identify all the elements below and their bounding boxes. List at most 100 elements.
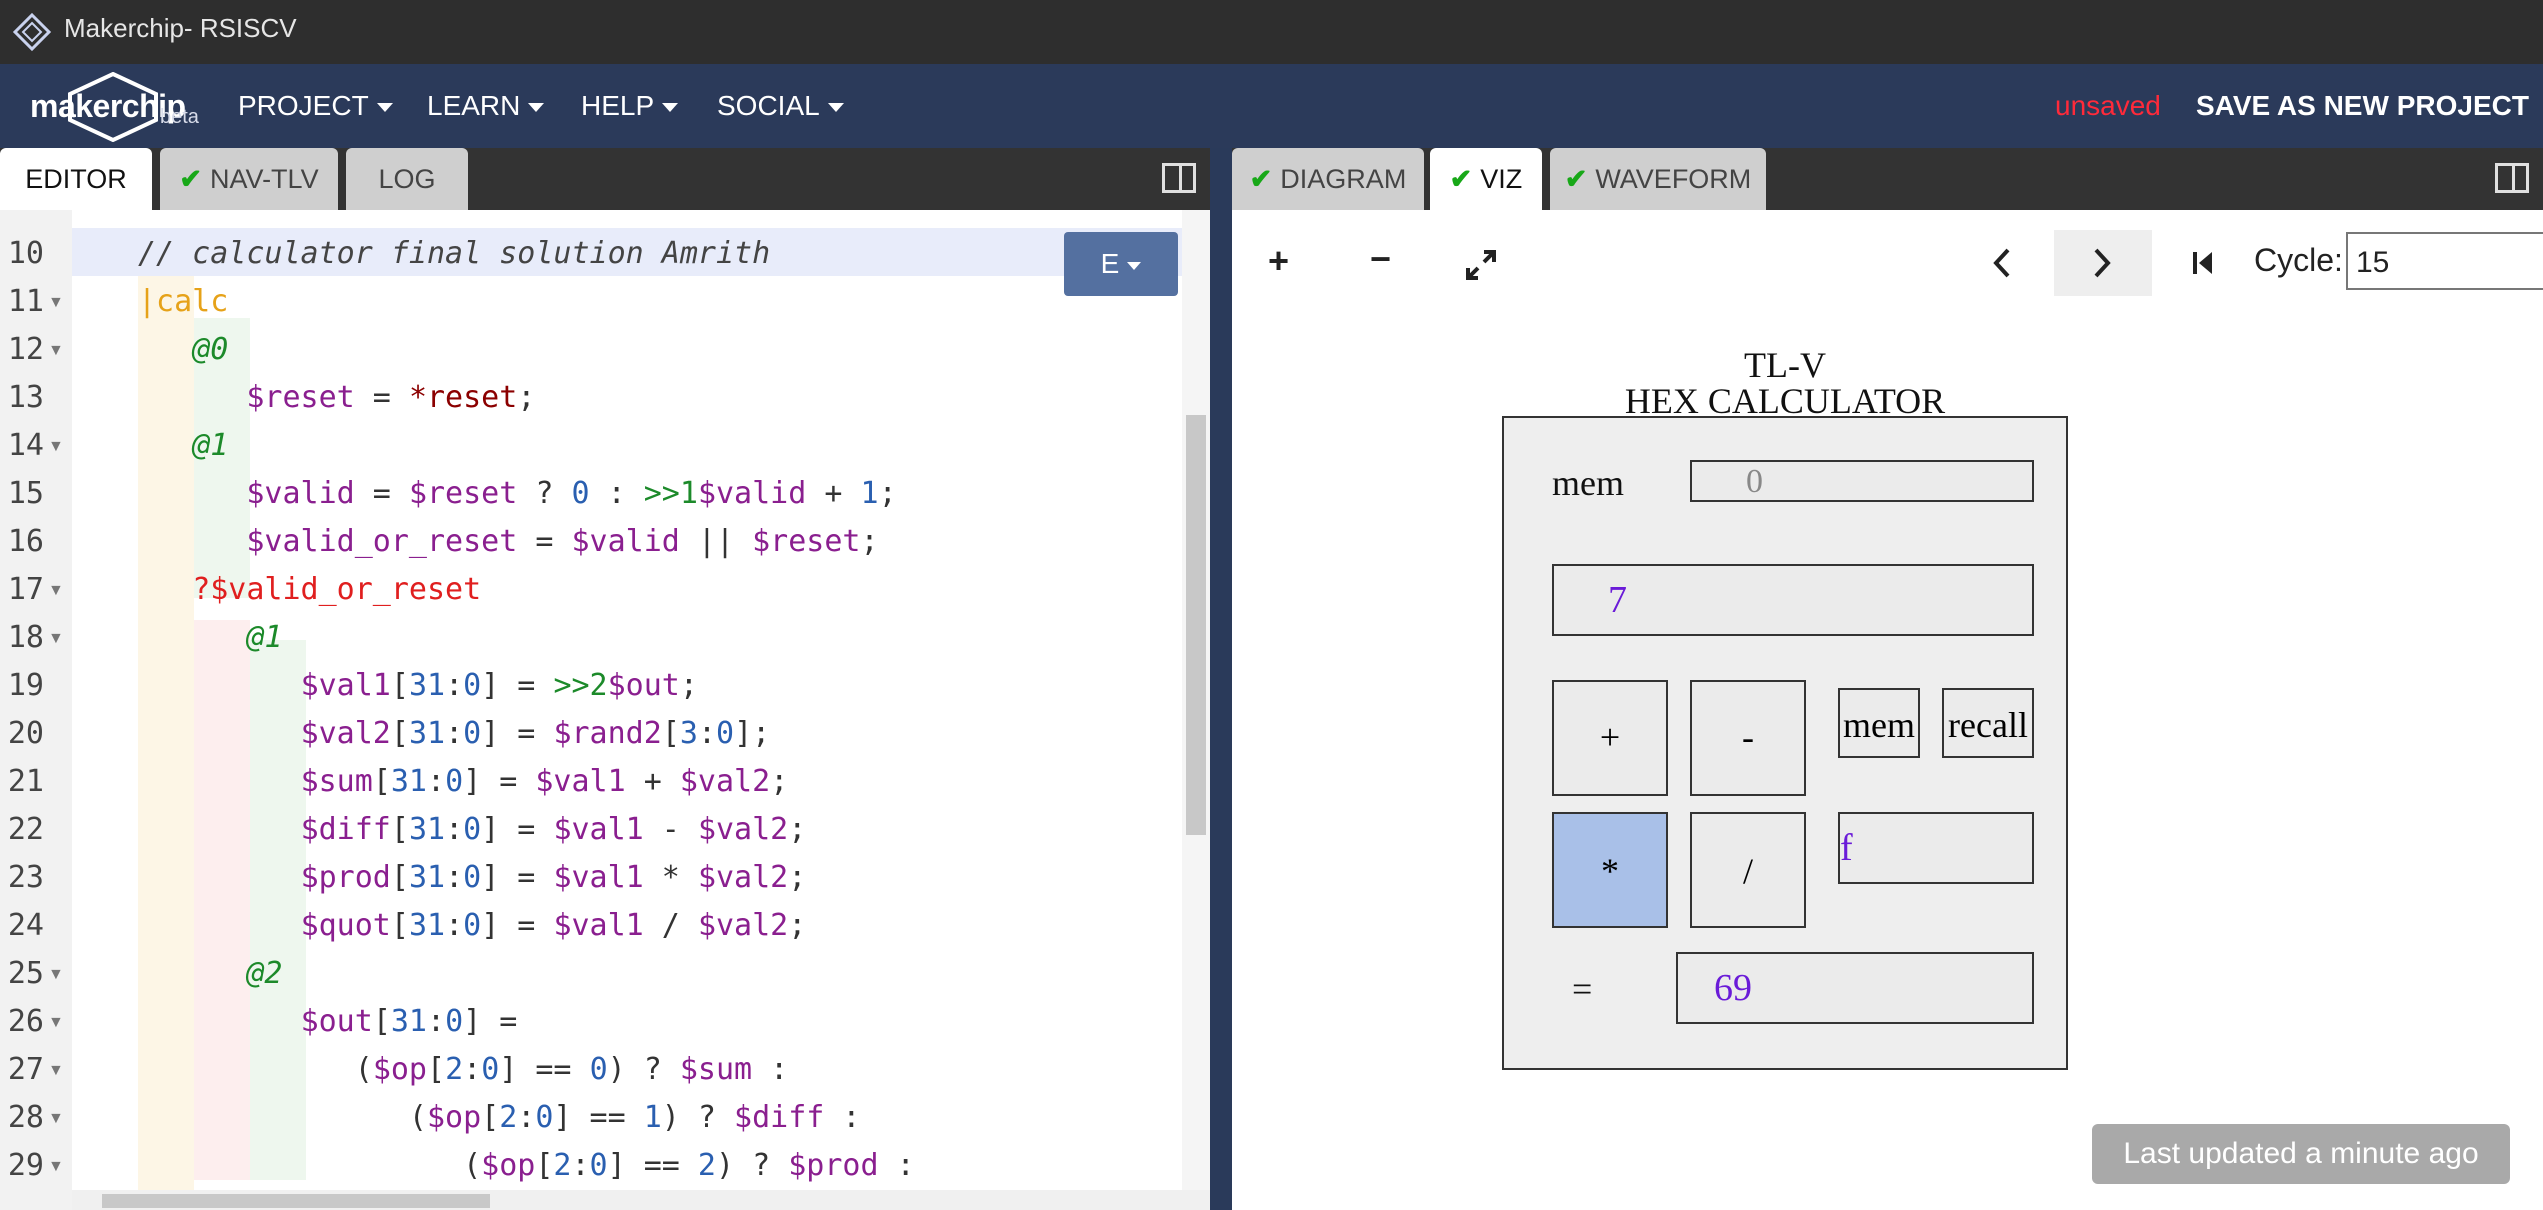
- code-line[interactable]: $sum[31:0] = $val1 + $val2;: [138, 764, 789, 799]
- check-icon: ✔: [1449, 164, 1473, 194]
- code-line[interactable]: $reset = *reset;: [138, 380, 535, 415]
- operator-display: f: [1838, 812, 2034, 884]
- window-title: Makerchip- RSISCV: [64, 13, 297, 43]
- beta-label: beta: [160, 106, 199, 128]
- first-cycle-icon[interactable]: [2190, 248, 2216, 278]
- line-number: 27: [7, 1052, 44, 1087]
- divide-button[interactable]: /: [1690, 812, 1806, 928]
- multiply-button[interactable]: *: [1552, 812, 1668, 928]
- menu-help[interactable]: HELP: [581, 64, 679, 148]
- line-number: 25: [7, 956, 44, 991]
- fold-toggle-icon[interactable]: ▼: [48, 1158, 64, 1176]
- menu-project[interactable]: PROJECT: [238, 64, 393, 148]
- fold-toggle-icon[interactable]: ▼: [48, 582, 64, 600]
- viz-tab-strip: ✔ DIAGRAM ✔ VIZ ✔ WAVEFORM: [1232, 148, 2543, 210]
- line-number: 20: [7, 716, 44, 751]
- code-editor[interactable]: 10// calculator final solution Amrith 11 ▼…: [0, 210, 1210, 1210]
- fold-toggle-icon[interactable]: ▼: [48, 294, 64, 312]
- save-as-new-project-button[interactable]: SAVE AS NEW PROJECT: [2196, 64, 2529, 148]
- tab-log[interactable]: LOG: [346, 148, 468, 210]
- line-number: 24: [7, 908, 44, 943]
- code-line[interactable]: // calculator final solution Amrith: [138, 236, 770, 271]
- chevron-down-icon: [662, 103, 679, 113]
- menu-social[interactable]: SOCIAL: [717, 64, 844, 148]
- previous-cycle-icon[interactable]: [1988, 246, 2016, 280]
- editor-mode-dropdown[interactable]: E: [1064, 232, 1178, 296]
- scrollbar-thumb[interactable]: [1186, 415, 1206, 835]
- check-icon: ✔: [1564, 164, 1588, 194]
- code-line[interactable]: ?$valid_or_reset: [138, 572, 481, 607]
- split-pane-icon[interactable]: [1162, 163, 1196, 193]
- tab-diagram[interactable]: ✔ DIAGRAM: [1232, 148, 1424, 210]
- line-number: 17: [7, 572, 44, 607]
- code-line[interactable]: ($op[2:0] == 2) ? $prod :: [138, 1148, 915, 1183]
- pane-splitter[interactable]: [1210, 148, 1232, 1210]
- makerchip-app-icon: [12, 12, 52, 52]
- next-cycle-button[interactable]: [2054, 230, 2152, 296]
- code-line[interactable]: ($op[2:0] == 1) ? $diff :: [138, 1100, 861, 1135]
- top-navbar: makerchip beta PROJECT LEARN HELP SOCIAL…: [0, 64, 2543, 148]
- chevron-down-icon: [1127, 261, 1142, 270]
- minus-button[interactable]: -: [1690, 680, 1806, 796]
- result-display: 69: [1676, 952, 2034, 1024]
- fold-toggle-icon[interactable]: ▼: [48, 342, 64, 360]
- mem-label: mem: [1552, 463, 1624, 503]
- menu-learn[interactable]: LEARN: [427, 64, 545, 148]
- mem-display: 0: [1690, 460, 2034, 502]
- cycle-label: Cycle:: [2254, 242, 2343, 278]
- chevron-down-icon: [827, 103, 844, 113]
- line-number: 26: [7, 1004, 44, 1039]
- line-number: 29: [7, 1148, 44, 1183]
- title-bar: Makerchip- RSISCV: [0, 0, 2543, 64]
- code-line[interactable]: @1: [138, 428, 228, 463]
- line-number: 12: [7, 332, 44, 367]
- zoom-out-icon[interactable]: −: [1370, 238, 1391, 280]
- editor-horizontal-scrollbar[interactable]: [72, 1190, 1210, 1210]
- fold-toggle-icon[interactable]: ▼: [48, 1062, 64, 1080]
- fold-toggle-icon[interactable]: ▼: [48, 630, 64, 648]
- line-number: 13: [7, 380, 44, 415]
- equals-label: =: [1572, 969, 1593, 1009]
- chevron-down-icon: [528, 103, 545, 113]
- code-line[interactable]: @1: [138, 620, 282, 655]
- fit-to-view-icon[interactable]: [1464, 248, 1498, 282]
- mem-button[interactable]: mem: [1838, 688, 1920, 758]
- fold-toggle-icon[interactable]: ▼: [48, 1110, 64, 1128]
- fold-toggle-icon[interactable]: ▼: [48, 1014, 64, 1032]
- check-icon: ✔: [1249, 164, 1273, 194]
- tab-waveform[interactable]: ✔ WAVEFORM: [1550, 148, 1766, 210]
- line-number: 15: [7, 476, 44, 511]
- display-value: 7: [1608, 579, 1627, 621]
- code-line[interactable]: $valid_or_reset = $valid || $reset;: [138, 524, 878, 559]
- zoom-in-icon[interactable]: +: [1268, 240, 1289, 282]
- line-number: 14: [7, 428, 44, 463]
- code-line[interactable]: ($op[2:0] == 0) ? $sum :: [138, 1052, 789, 1087]
- code-line[interactable]: @0: [138, 332, 228, 367]
- split-pane-icon[interactable]: [2495, 163, 2529, 193]
- recall-button[interactable]: recall: [1942, 688, 2034, 758]
- last-updated-toast: Last updated a minute ago: [2092, 1124, 2510, 1184]
- fold-toggle-icon[interactable]: ▼: [48, 438, 64, 456]
- line-number: 16: [7, 524, 44, 559]
- code-line[interactable]: @2: [138, 956, 282, 991]
- cycle-input[interactable]: 15: [2346, 232, 2543, 290]
- code-line[interactable]: |calc: [138, 284, 228, 319]
- code-line[interactable]: $out[31:0] =: [138, 1004, 518, 1039]
- tab-editor[interactable]: EDITOR: [0, 148, 152, 210]
- code-line[interactable]: $val2[31:0] = $rand2[3:0];: [138, 716, 771, 751]
- code-line[interactable]: $prod[31:0] = $val1 * $val2;: [138, 860, 807, 895]
- line-number: 21: [7, 764, 44, 799]
- plus-button[interactable]: +: [1552, 680, 1668, 796]
- tab-viz[interactable]: ✔ VIZ: [1430, 148, 1542, 210]
- unsaved-status: unsaved: [2055, 90, 2161, 121]
- result-value: 69: [1714, 967, 1752, 1009]
- code-line[interactable]: $diff[31:0] = $val1 - $val2;: [138, 812, 807, 847]
- scrollbar-thumb[interactable]: [102, 1194, 490, 1208]
- line-number: 23: [7, 860, 44, 895]
- fold-toggle-icon[interactable]: ▼: [48, 966, 64, 984]
- code-line[interactable]: $quot[31:0] = $val1 / $val2;: [138, 908, 807, 943]
- code-line[interactable]: $val1[31:0] = >>2$out;: [138, 668, 698, 703]
- code-line[interactable]: $valid = $reset ? 0 : >>1$valid + 1;: [138, 476, 896, 511]
- tab-nav-tlv[interactable]: ✔ NAV-TLV: [160, 148, 338, 210]
- editor-vertical-scrollbar[interactable]: [1182, 210, 1210, 1190]
